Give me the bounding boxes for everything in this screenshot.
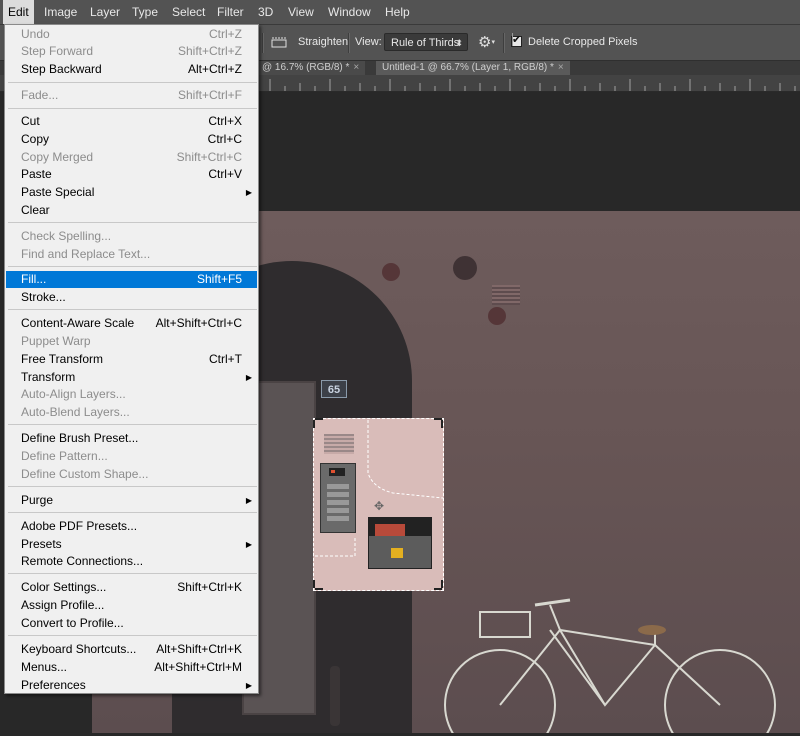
- menu-item-stroke[interactable]: Stroke...: [6, 289, 257, 306]
- menu-type[interactable]: Type: [127, 0, 163, 24]
- wall-vent: [382, 263, 400, 281]
- menu-item-auto-align[interactable]: Auto-Align Layers...: [6, 386, 257, 403]
- menu-item-auto-blend[interactable]: Auto-Blend Layers...: [6, 404, 257, 421]
- menu-item-content-aware-scale[interactable]: Content-Aware Scale Alt+Shift+Ctrl+C: [6, 315, 257, 332]
- wall-vent: [488, 307, 506, 325]
- menu-separator: [8, 635, 257, 636]
- submenu-arrow-icon: ▶: [245, 540, 252, 549]
- tab-document-1[interactable]: @ 16.7% (RGB/8) * ×: [256, 61, 366, 75]
- tab-label: Untitled-1 @ 66.7% (Layer 1, RGB/8) *: [382, 62, 554, 73]
- menu-item-step-forward[interactable]: Step Forward Shift+Ctrl+Z: [6, 43, 257, 60]
- menu-item-cut[interactable]: Cut Ctrl+X: [6, 113, 257, 130]
- menu-separator: [8, 309, 257, 310]
- submenu-arrow-icon: ▶: [245, 681, 252, 690]
- menu-separator: [8, 512, 257, 513]
- menu-item-define-brush[interactable]: Define Brush Preset...: [6, 430, 257, 447]
- delete-cropped-checkbox[interactable]: ✔: [511, 33, 522, 47]
- menu-separator: [8, 108, 257, 109]
- menu-view[interactable]: View: [283, 0, 319, 24]
- menu-item-pdf-presets[interactable]: Adobe PDF Presets...: [6, 518, 257, 535]
- menu-separator: [8, 573, 257, 574]
- divider: [503, 33, 505, 53]
- selection-marquee: [313, 418, 444, 590]
- menu-help[interactable]: Help: [380, 0, 415, 24]
- submenu-arrow-icon: ▶: [245, 373, 252, 382]
- menu-separator: [8, 424, 257, 425]
- menu-item-keyboard-shortcuts[interactable]: Keyboard Shortcuts... Alt+Shift+Ctrl+K: [6, 641, 257, 658]
- menu-item-preferences[interactable]: Preferences ▶: [6, 677, 257, 694]
- view-label: View:: [355, 36, 382, 48]
- menu-bar: Edit Image Layer Type Select Filter 3D V…: [0, 0, 800, 25]
- edit-menu-dropdown: Undo Ctrl+Z Step Forward Shift+Ctrl+Z Step…: [4, 24, 259, 694]
- menu-item-define-shape[interactable]: Define Custom Shape...: [6, 466, 257, 483]
- menu-item-assign-profile[interactable]: Assign Profile...: [6, 597, 257, 614]
- menu-separator: [8, 486, 257, 487]
- menu-item-clear[interactable]: Clear: [6, 202, 257, 219]
- menu-item-color-settings[interactable]: Color Settings... Shift+Ctrl+K: [6, 579, 257, 596]
- tab-label: @ 16.7% (RGB/8) *: [262, 62, 350, 73]
- checkmark-icon: ✔: [512, 33, 522, 46]
- menu-item-step-backward[interactable]: Step Backward Alt+Ctrl+Z: [6, 61, 257, 78]
- menu-layer[interactable]: Layer: [85, 0, 125, 24]
- menu-filter[interactable]: Filter: [212, 0, 249, 24]
- close-icon[interactable]: ×: [558, 62, 564, 73]
- pipe: [330, 666, 340, 726]
- menu-item-paste[interactable]: Paste Ctrl+V: [6, 166, 257, 183]
- chevron-updown-icon: ⬍: [455, 38, 463, 48]
- menu-item-convert-profile[interactable]: Convert to Profile...: [6, 615, 257, 632]
- menu-item-remote-connections[interactable]: Remote Connections...: [6, 553, 257, 570]
- menu-item-fill[interactable]: Fill... Shift+F5: [6, 271, 257, 288]
- straighten-icon[interactable]: [271, 35, 287, 49]
- menu-image[interactable]: Image: [39, 0, 82, 24]
- close-icon[interactable]: ×: [353, 62, 359, 73]
- menu-item-find-replace[interactable]: Find and Replace Text...: [6, 246, 257, 263]
- menu-select[interactable]: Select: [167, 0, 210, 24]
- house-number-plate: 65: [321, 380, 347, 398]
- delete-cropped-label: Delete Cropped Pixels: [528, 36, 638, 48]
- wall-vent: [453, 256, 477, 280]
- gear-icon[interactable]: ⚙▾: [478, 34, 498, 52]
- menu-item-fade[interactable]: Fade... Shift+Ctrl+F: [6, 87, 257, 104]
- menu-item-define-pattern[interactable]: Define Pattern...: [6, 448, 257, 465]
- view-select-value: Rule of Thirds: [391, 37, 460, 49]
- menu-item-menus[interactable]: Menus... Alt+Shift+Ctrl+M: [6, 659, 257, 676]
- tab-document-2[interactable]: Untitled-1 @ 66.7% (Layer 1, RGB/8) * ×: [376, 61, 570, 75]
- view-select[interactable]: Rule of Thirds ⬍: [384, 33, 468, 51]
- menu-item-paste-special[interactable]: Paste Special ▶: [6, 184, 257, 201]
- menu-item-undo[interactable]: Undo Ctrl+Z: [6, 26, 257, 43]
- submenu-arrow-icon: ▶: [245, 496, 252, 505]
- menu-window[interactable]: Window: [323, 0, 376, 24]
- straighten-button[interactable]: Straighten: [298, 25, 348, 60]
- menu-edit[interactable]: Edit: [3, 0, 34, 24]
- divider: [348, 33, 350, 53]
- selected-layer-image[interactable]: ✥: [313, 418, 444, 591]
- divider: [262, 33, 264, 53]
- menu-3d[interactable]: 3D: [253, 0, 278, 24]
- bicycle: [440, 590, 800, 736]
- menu-separator: [8, 266, 257, 267]
- menu-item-free-transform[interactable]: Free Transform Ctrl+T: [6, 351, 257, 368]
- menu-item-purge[interactable]: Purge ▶: [6, 492, 257, 509]
- menu-separator: [8, 222, 257, 223]
- menu-item-transform[interactable]: Transform ▶: [6, 369, 257, 386]
- menu-item-presets[interactable]: Presets ▶: [6, 536, 257, 553]
- submenu-arrow-icon: ▶: [245, 188, 252, 197]
- menu-item-check-spelling[interactable]: Check Spelling...: [6, 228, 257, 245]
- menu-item-copy-merged[interactable]: Copy Merged Shift+Ctrl+C: [6, 149, 257, 166]
- wall-grille: [492, 285, 520, 305]
- menu-separator: [8, 82, 257, 83]
- menu-item-copy[interactable]: Copy Ctrl+C: [6, 131, 257, 148]
- menu-item-puppet-warp[interactable]: Puppet Warp: [6, 333, 257, 350]
